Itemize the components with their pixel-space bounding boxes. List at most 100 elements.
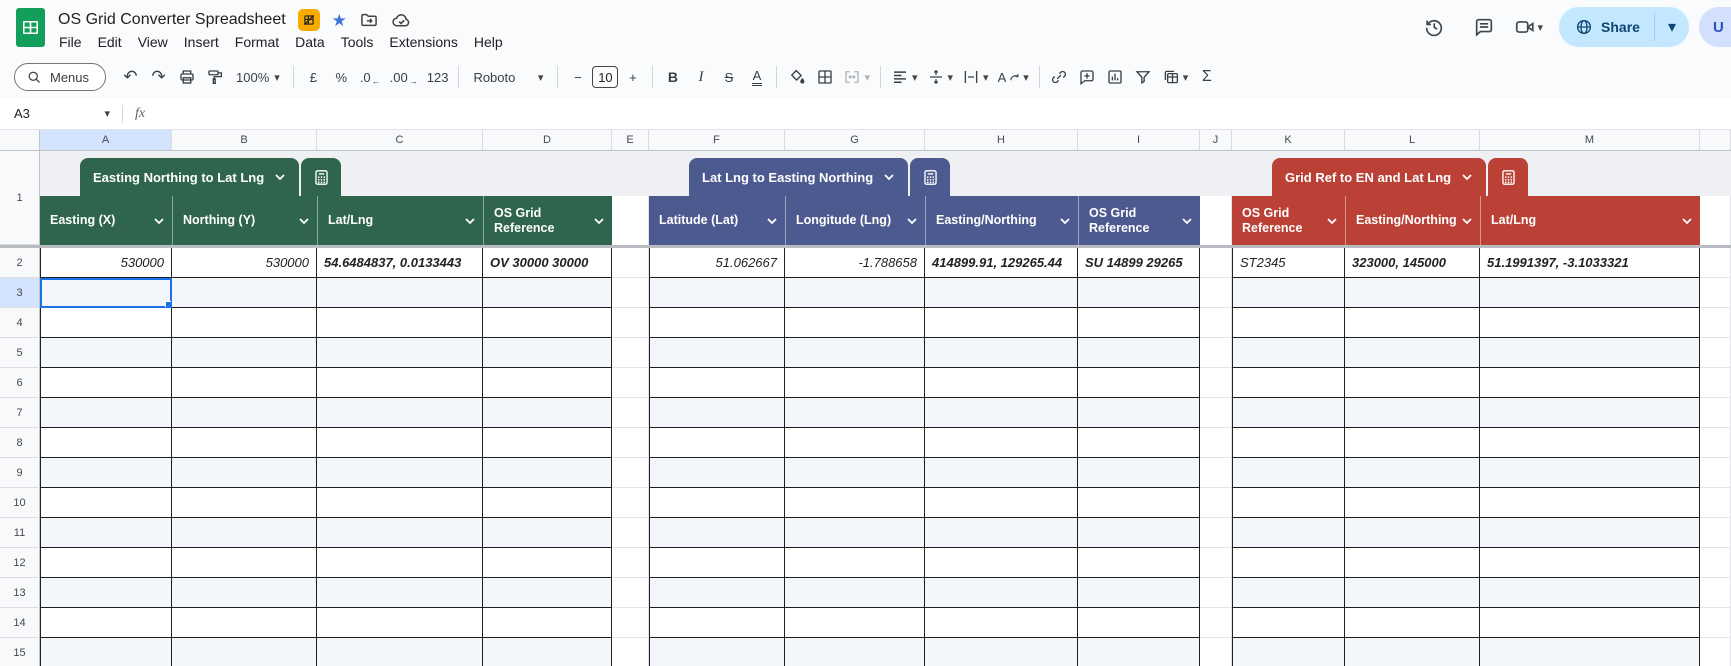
row-header-14[interactable]: 14 (0, 608, 40, 638)
cell-J8[interactable] (1200, 428, 1232, 458)
cell-F11[interactable] (649, 518, 785, 548)
column-header-D[interactable]: D (483, 130, 612, 150)
cell-H7[interactable] (925, 398, 1078, 428)
create-filter-button[interactable] (1130, 64, 1157, 91)
cell-H12[interactable] (925, 548, 1078, 578)
cell-L6[interactable] (1345, 368, 1480, 398)
cell-L2[interactable]: 323000, 145000 (1345, 248, 1480, 278)
cell-K12[interactable] (1232, 548, 1345, 578)
menu-insert[interactable]: Insert (176, 32, 227, 52)
cell-J5[interactable] (1200, 338, 1232, 368)
column-header-H[interactable]: H (925, 130, 1078, 150)
cell-C9[interactable] (317, 458, 483, 488)
row-header-12[interactable]: 12 (0, 548, 40, 578)
cell-J15[interactable] (1200, 638, 1232, 666)
cell-E12[interactable] (612, 548, 649, 578)
cell-A7[interactable] (40, 398, 172, 428)
print-button[interactable] (173, 64, 200, 91)
cell-G8[interactable] (785, 428, 925, 458)
column-header-F[interactable]: F (649, 130, 785, 150)
menu-help[interactable]: Help (466, 32, 511, 52)
cell-C15[interactable] (317, 638, 483, 666)
cell-D7[interactable] (483, 398, 612, 428)
cell-M11[interactable] (1480, 518, 1700, 548)
cell-partial6[interactable] (1700, 368, 1731, 398)
cell-partial1[interactable] (1700, 196, 1731, 245)
row-header-6[interactable]: 6 (0, 368, 40, 398)
increase-decimal-button[interactable]: .00 → (386, 64, 422, 91)
cell-L5[interactable] (1345, 338, 1480, 368)
table-header-os-grid-reference[interactable]: OS Grid Reference (483, 196, 612, 245)
row-header-9[interactable]: 9 (0, 458, 40, 488)
table-header-northing-y-[interactable]: Northing (Y) (172, 196, 317, 245)
cell-partial14[interactable] (1700, 608, 1731, 638)
cell-G10[interactable] (785, 488, 925, 518)
cell-B6[interactable] (172, 368, 317, 398)
document-title[interactable]: OS Grid Converter Spreadsheet (58, 11, 286, 29)
horizontal-align-button[interactable]: ▾ (887, 64, 922, 91)
cell-C10[interactable] (317, 488, 483, 518)
row-header-10[interactable]: 10 (0, 488, 40, 518)
cell-K10[interactable] (1232, 488, 1345, 518)
cell-I8[interactable] (1078, 428, 1200, 458)
cell-D11[interactable] (483, 518, 612, 548)
cell-G7[interactable] (785, 398, 925, 428)
cell-I15[interactable] (1078, 638, 1200, 666)
table-calculator-button[interactable] (910, 158, 951, 196)
cell-G5[interactable] (785, 338, 925, 368)
merge-cells-button[interactable]: ▾ (839, 64, 874, 91)
cell-M9[interactable] (1480, 458, 1700, 488)
cell-partial2[interactable] (1700, 248, 1731, 278)
table-header-lat-lng[interactable]: Lat/Lng (317, 196, 483, 245)
account-avatar[interactable]: U (1699, 7, 1731, 47)
cell-B2[interactable]: 530000 (172, 248, 317, 278)
cell-E11[interactable] (612, 518, 649, 548)
column-header-E[interactable]: E (612, 130, 649, 150)
cell-C14[interactable] (317, 608, 483, 638)
cell-K14[interactable] (1232, 608, 1345, 638)
cell-E15[interactable] (612, 638, 649, 666)
cell-B8[interactable] (172, 428, 317, 458)
borders-button[interactable] (811, 64, 838, 91)
cell-B10[interactable] (172, 488, 317, 518)
cell-partial8[interactable] (1700, 428, 1731, 458)
cell-B11[interactable] (172, 518, 317, 548)
cell-H11[interactable] (925, 518, 1078, 548)
menu-format[interactable]: Format (227, 32, 287, 52)
select-all-corner[interactable] (0, 130, 40, 150)
table-header-latitude-lat-[interactable]: Latitude (Lat) (649, 196, 785, 245)
cell-H9[interactable] (925, 458, 1078, 488)
cell-A4[interactable] (40, 308, 172, 338)
cell-L12[interactable] (1345, 548, 1480, 578)
table-header-os-grid-reference[interactable]: OS Grid Reference (1078, 196, 1200, 245)
vertical-align-button[interactable]: ▾ (923, 64, 958, 91)
cell-J12[interactable] (1200, 548, 1232, 578)
menu-file[interactable]: File (51, 32, 90, 52)
column-header-M[interactable]: M (1480, 130, 1700, 150)
cell-M15[interactable] (1480, 638, 1700, 666)
move-folder-icon[interactable] (359, 10, 379, 30)
cell-D14[interactable] (483, 608, 612, 638)
number-format-button[interactable]: 123 (423, 64, 453, 91)
cell-L15[interactable] (1345, 638, 1480, 666)
cell-F15[interactable] (649, 638, 785, 666)
cell-K3[interactable] (1232, 278, 1345, 308)
cell-G13[interactable] (785, 578, 925, 608)
functions-button[interactable]: Σ (1193, 64, 1220, 91)
table-calculator-button[interactable] (1488, 158, 1529, 196)
cell-A5[interactable] (40, 338, 172, 368)
cell-G11[interactable] (785, 518, 925, 548)
cell-E2[interactable] (612, 248, 649, 278)
cell-A12[interactable] (40, 548, 172, 578)
cell-L8[interactable] (1345, 428, 1480, 458)
cell-I4[interactable] (1078, 308, 1200, 338)
insert-chart-button[interactable] (1102, 64, 1129, 91)
cell-C8[interactable] (317, 428, 483, 458)
cell-F10[interactable] (649, 488, 785, 518)
cell-partial13[interactable] (1700, 578, 1731, 608)
cell-H8[interactable] (925, 428, 1078, 458)
cell-F8[interactable] (649, 428, 785, 458)
cell-A11[interactable] (40, 518, 172, 548)
cell-K6[interactable] (1232, 368, 1345, 398)
table-chip-1[interactable]: Easting Northing to Lat Lng (80, 158, 300, 196)
